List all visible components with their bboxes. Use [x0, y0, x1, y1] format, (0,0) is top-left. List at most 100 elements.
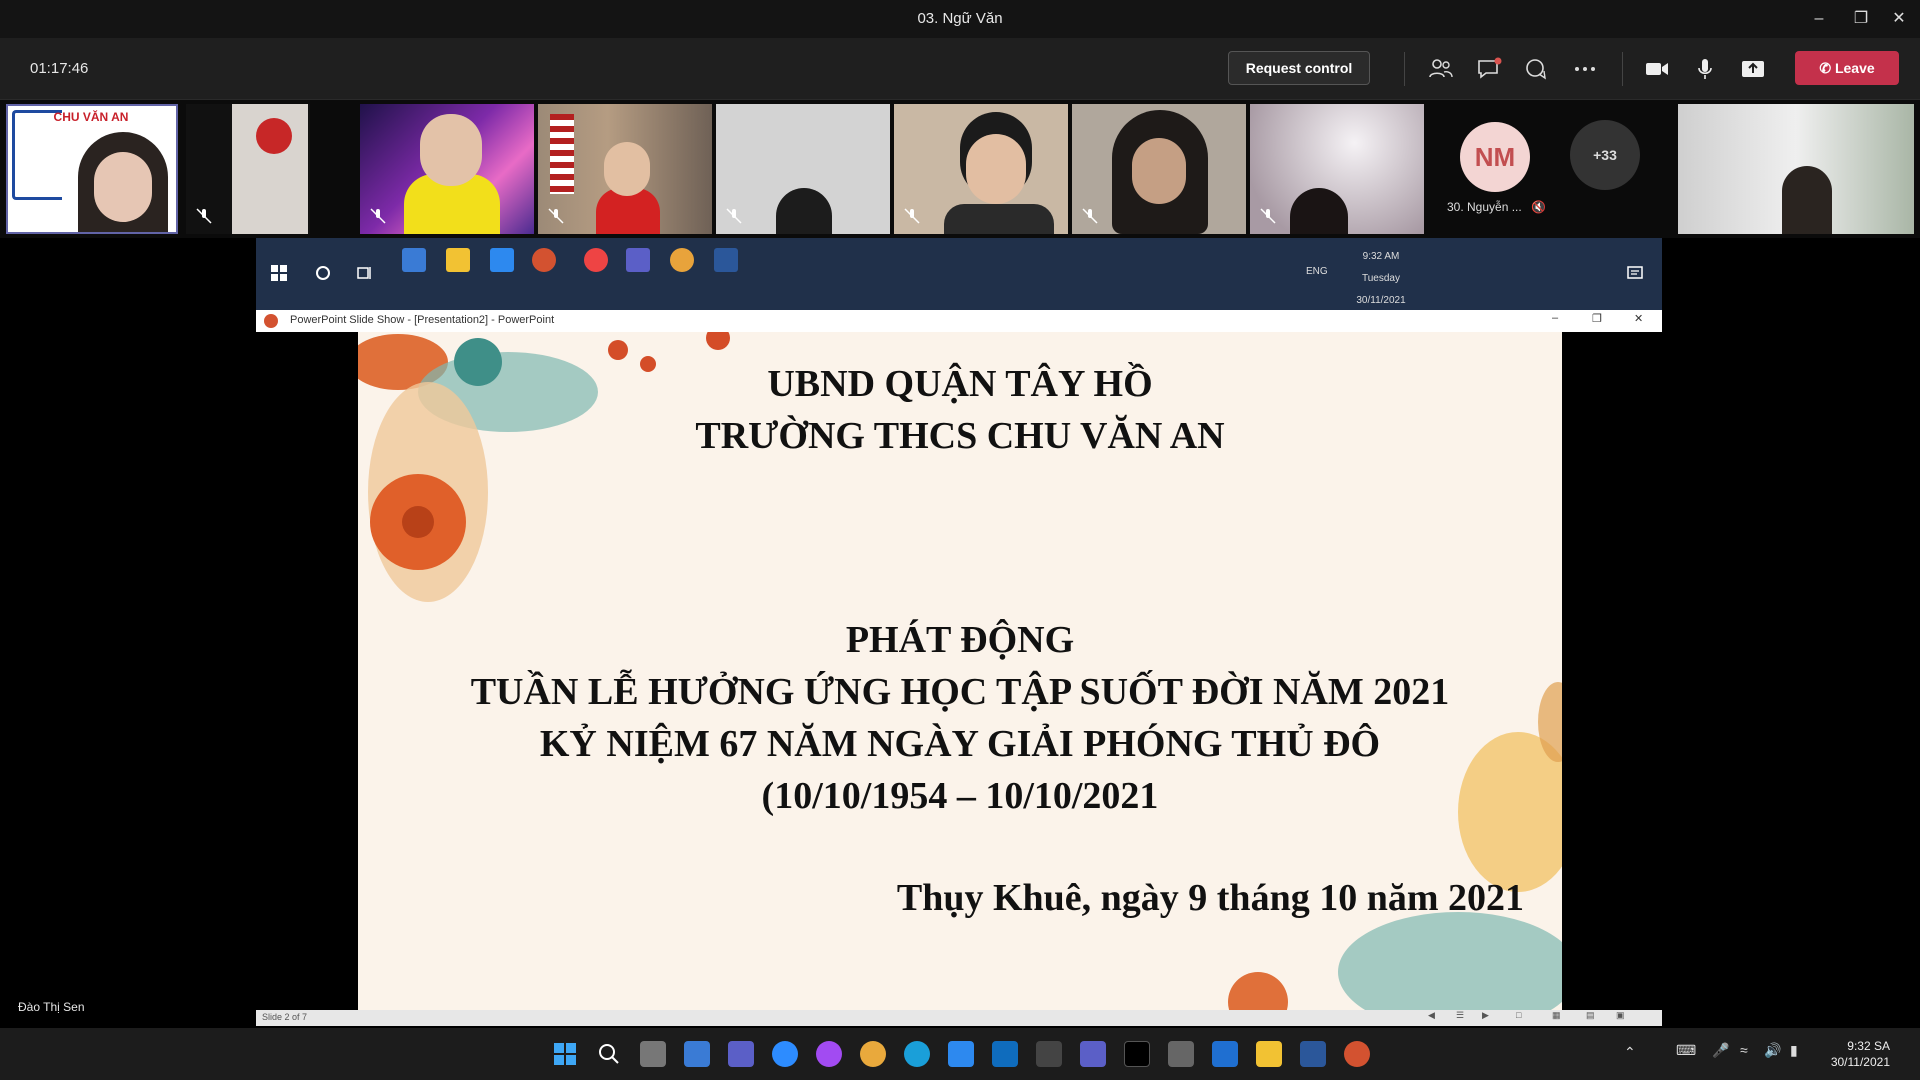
store-icon[interactable] — [948, 1041, 974, 1067]
edge-icon[interactable] — [904, 1041, 930, 1067]
keyboard-icon[interactable]: ⌨ — [1676, 1042, 1696, 1059]
word-icon[interactable] — [714, 248, 738, 272]
slideshow-icon[interactable]: ▣ — [1616, 1010, 1625, 1021]
microphone-icon[interactable] — [1690, 54, 1720, 84]
powerpoint-icon[interactable] — [1344, 1041, 1370, 1067]
remote-date: 30/11/2021 — [1356, 295, 1406, 306]
close-icon[interactable]: ✕ — [1634, 312, 1643, 325]
chrome-icon[interactable] — [860, 1041, 886, 1067]
windows-start-icon[interactable] — [270, 264, 288, 282]
volume-icon[interactable]: 🔊 — [1764, 1042, 1781, 1059]
file-explorer-icon[interactable] — [1256, 1041, 1282, 1067]
widgets-icon[interactable] — [684, 1041, 710, 1067]
participant-name: 30. Nguyễn ... 🔇 — [1447, 200, 1546, 214]
zalo-icon[interactable] — [772, 1041, 798, 1067]
participant-tile[interactable] — [716, 104, 890, 234]
teams-icon[interactable] — [626, 248, 650, 272]
normal-view-icon[interactable]: □ — [1516, 1010, 1521, 1020]
self-tile-text: CHU VĂN AN — [53, 110, 129, 124]
leave-label: Leave — [1834, 60, 1875, 76]
participants-icon[interactable] — [1426, 54, 1456, 84]
next-slide-icon[interactable]: ▶ — [1482, 1010, 1489, 1021]
system-time: 9:32 SA — [1847, 1039, 1890, 1053]
mic-off-icon — [1260, 208, 1276, 224]
us-flag — [550, 114, 574, 194]
mic-off-icon — [548, 208, 564, 224]
participant-tile[interactable] — [894, 104, 1068, 234]
participant-tile[interactable] — [1250, 104, 1424, 234]
presentation-slide: UBND QUẬN TÂY HỒ TRƯỜNG THCS CHU VĂN AN … — [358, 332, 1562, 1010]
slide-counter: Slide 2 of 7 — [262, 1012, 308, 1022]
wifi-icon[interactable]: ≈ — [1740, 1042, 1748, 1058]
remote-clock[interactable]: 9:32 AM Tuesday 30/11/2021 — [1348, 246, 1414, 312]
minimize-icon[interactable]: – — [1552, 312, 1558, 324]
notification-icon[interactable] — [1626, 264, 1644, 282]
reactions-icon[interactable] — [1522, 54, 1552, 84]
participant-tile-self[interactable]: CHU VĂN AN — [6, 104, 178, 234]
share-screen-icon[interactable] — [1738, 54, 1768, 84]
reading-view-icon[interactable]: ▤ — [1586, 1010, 1595, 1021]
cortana-icon[interactable] — [314, 264, 332, 282]
powerpoint-window-titlebar: PowerPoint Slide Show - [Presentation2] … — [256, 310, 1662, 332]
close-icon[interactable]: ✕ — [1884, 6, 1914, 32]
system-date: 30/11/2021 — [1830, 1055, 1890, 1069]
task-view-icon[interactable] — [640, 1041, 666, 1067]
red-emblem — [256, 118, 292, 154]
more-participants-button[interactable]: +33 — [1570, 120, 1640, 190]
powerpoint-icon[interactable] — [532, 248, 556, 272]
store-icon[interactable] — [402, 248, 426, 272]
camera-icon[interactable] — [1642, 54, 1672, 84]
messenger-icon[interactable] — [816, 1041, 842, 1067]
participant-video — [776, 188, 832, 234]
language-indicator[interactable]: ENG — [1306, 266, 1328, 277]
microphone-icon[interactable]: 🎤 — [1712, 1042, 1729, 1059]
system-clock[interactable]: 9:32 SA 30/11/2021 — [1831, 1038, 1890, 1070]
remote-time: 9:32 AM — [1362, 251, 1400, 262]
notes-icon[interactable] — [1212, 1041, 1238, 1067]
remote-day: Tuesday — [1362, 273, 1400, 284]
windows-start-icon[interactable] — [552, 1041, 578, 1067]
menu-icon[interactable]: ☰ — [1456, 1010, 1464, 1021]
camera-icon[interactable] — [1168, 1041, 1194, 1067]
word-icon[interactable] — [1300, 1041, 1326, 1067]
participant-tile[interactable] — [1072, 104, 1246, 234]
chat-icon[interactable] — [1474, 54, 1504, 84]
window-titlebar: 03. Ngữ Văn – ❐ ✕ — [0, 0, 1920, 38]
restore-icon[interactable]: ❐ — [1846, 6, 1876, 32]
teams-icon[interactable] — [1080, 1041, 1106, 1067]
request-control-button[interactable]: Request control — [1228, 51, 1370, 85]
participant-tile[interactable] — [186, 104, 310, 234]
search-icon[interactable] — [596, 1041, 622, 1067]
mail-icon[interactable] — [490, 248, 514, 272]
task-view-icon[interactable] — [356, 264, 374, 282]
participant-face — [94, 152, 152, 222]
participant-avatar[interactable]: NM — [1460, 122, 1530, 192]
participant-tile[interactable] — [538, 104, 712, 234]
meeting-timer: 01:17:46 — [30, 60, 89, 77]
more-options-icon[interactable] — [1570, 54, 1600, 84]
app-icon[interactable] — [1036, 1041, 1062, 1067]
participant-face — [604, 142, 650, 196]
chevron-up-icon[interactable]: ⌃ — [1624, 1044, 1636, 1061]
chrome-icon[interactable] — [584, 248, 608, 272]
game-icon[interactable] — [1124, 1041, 1150, 1067]
participant-tile[interactable] — [360, 104, 534, 234]
powerpoint-window-title: PowerPoint Slide Show - [Presentation2] … — [290, 314, 555, 326]
slide-line-7: Thụy Khuê, ngày 9 tháng 10 năm 2021 — [896, 877, 1524, 919]
participant-tile[interactable] — [1678, 104, 1914, 234]
mail-icon[interactable] — [992, 1041, 1018, 1067]
slide-line-6: (10/10/1954 – 10/10/2021 — [761, 775, 1159, 817]
minimize-icon[interactable]: – — [1804, 6, 1834, 32]
file-explorer-icon[interactable] — [446, 248, 470, 272]
mic-off-icon: 🔇 — [1531, 200, 1547, 214]
slide-sorter-icon[interactable]: ▦ — [1552, 1010, 1561, 1021]
chrome-profile-icon[interactable] — [670, 248, 694, 272]
chat-icon[interactable] — [728, 1041, 754, 1067]
previous-slide-icon[interactable]: ◀ — [1428, 1010, 1435, 1021]
phone-hangup-icon: ✆ — [1819, 60, 1832, 76]
powerpoint-icon — [264, 314, 278, 328]
restore-icon[interactable]: ❐ — [1592, 312, 1602, 325]
powerpoint-statusbar: Slide 2 of 7 ◀ ☰ ▶ □ ▦ ▤ ▣ — [256, 1010, 1662, 1026]
battery-icon[interactable]: ▮ — [1790, 1042, 1798, 1059]
leave-button[interactable]: ✆ Leave — [1795, 51, 1899, 85]
